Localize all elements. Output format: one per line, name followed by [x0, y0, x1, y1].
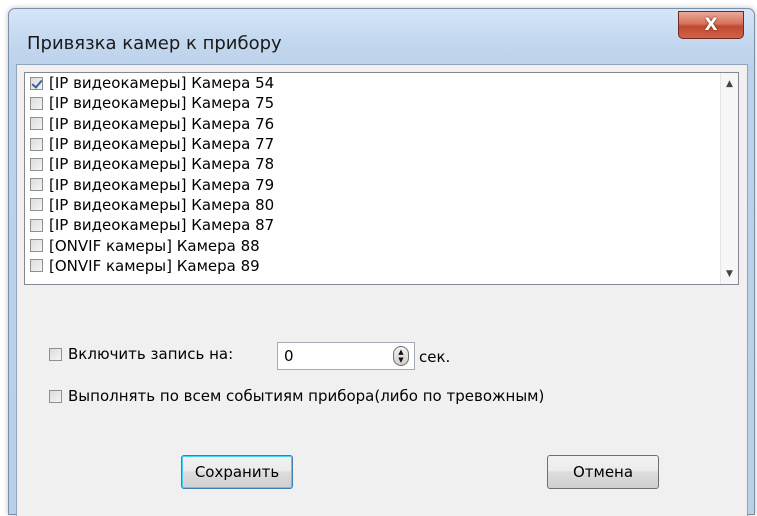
camera-list-item[interactable]: [IP видеокамеры] Камера 76	[25, 114, 720, 134]
record-seconds-spinner[interactable]: ▲ ▼	[393, 346, 409, 366]
camera-list-item[interactable]: [IP видеокамеры] Камера 87	[25, 215, 720, 235]
close-button[interactable]: X	[678, 11, 744, 39]
title-bar[interactable]: Привязка камер к прибору X	[9, 9, 754, 65]
camera-label: [ONVIF камеры] Камера 88	[49, 236, 260, 255]
spin-up-icon[interactable]: ▲	[398, 348, 403, 356]
list-scrollbar[interactable]: ▲ ▼	[720, 73, 738, 284]
camera-listbox[interactable]: [IP видеокамеры] Камера 54 [IP видеокамер…	[24, 72, 739, 285]
all-events-checkbox[interactable]	[49, 389, 62, 403]
camera-label: [IP видеокамеры] Камера 75	[49, 94, 275, 113]
camera-checkbox[interactable]	[30, 96, 43, 110]
camera-label: [IP видеокамеры] Камера 54	[49, 74, 275, 93]
record-checkbox[interactable]	[49, 347, 62, 361]
save-button[interactable]: Сохранить	[181, 455, 293, 489]
dialog-title: Привязка камер к прибору	[27, 33, 282, 54]
camera-label: [IP видеокамеры] Камера 77	[49, 135, 275, 154]
close-icon: X	[704, 15, 718, 35]
scroll-down-arrow-icon[interactable]: ▼	[721, 265, 738, 282]
camera-list-item[interactable]: [IP видеокамеры] Камера 75	[25, 93, 720, 113]
dialog-window: Привязка камер к прибору X [IP видеокаме…	[8, 8, 755, 516]
camera-label: [IP видеокамеры] Камера 78	[49, 155, 275, 174]
camera-label: [IP видеокамеры] Камера 79	[49, 175, 275, 194]
camera-list-item[interactable]: [IP видеокамеры] Камера 80	[25, 195, 720, 215]
camera-checkbox[interactable]	[30, 157, 43, 171]
record-option-row: Включить запись на:	[49, 345, 233, 363]
camera-checkbox[interactable]	[30, 198, 43, 212]
camera-label: [IP видеокамеры] Камера 76	[49, 114, 275, 133]
camera-label: [IP видеокамеры] Камера 80	[49, 195, 275, 214]
cancel-button[interactable]: Отмена	[547, 455, 659, 489]
camera-list-item[interactable]: [ONVIF камеры] Камера 89	[25, 256, 720, 276]
camera-list-items: [IP видеокамеры] Камера 54 [IP видеокамер…	[25, 73, 720, 284]
camera-checkbox[interactable]	[30, 76, 43, 90]
camera-checkbox[interactable]	[30, 117, 43, 131]
record-unit-label: сек.	[419, 348, 451, 366]
all-events-label: Выполнять по всем событиям прибора(либо …	[68, 387, 545, 405]
camera-label: [ONVIF камеры] Камера 89	[49, 256, 260, 275]
spin-down-icon[interactable]: ▼	[398, 356, 403, 364]
record-label: Включить запись на:	[68, 345, 234, 363]
camera-list-item[interactable]: [IP видеокамеры] Камера 79	[25, 174, 720, 194]
camera-list-item[interactable]: [IP видеокамеры] Камера 77	[25, 134, 720, 154]
scroll-up-arrow-icon[interactable]: ▲	[721, 75, 738, 92]
all-events-option-row: Выполнять по всем событиям прибора(либо …	[49, 387, 544, 405]
camera-list-item[interactable]: [ONVIF камеры] Камера 88	[25, 235, 720, 255]
camera-list-item[interactable]: [IP видеокамеры] Камера 78	[25, 154, 720, 174]
camera-checkbox[interactable]	[30, 218, 43, 232]
camera-list-item[interactable]: [IP видеокамеры] Камера 54	[25, 73, 720, 93]
camera-checkbox[interactable]	[30, 239, 43, 253]
camera-checkbox[interactable]	[30, 259, 43, 273]
camera-label: [IP видеокамеры] Камера 87	[49, 216, 275, 235]
camera-checkbox[interactable]	[30, 137, 43, 151]
camera-checkbox[interactable]	[30, 178, 43, 192]
dialog-client-area: [IP видеокамеры] Камера 54 [IP видеокамер…	[16, 64, 748, 516]
